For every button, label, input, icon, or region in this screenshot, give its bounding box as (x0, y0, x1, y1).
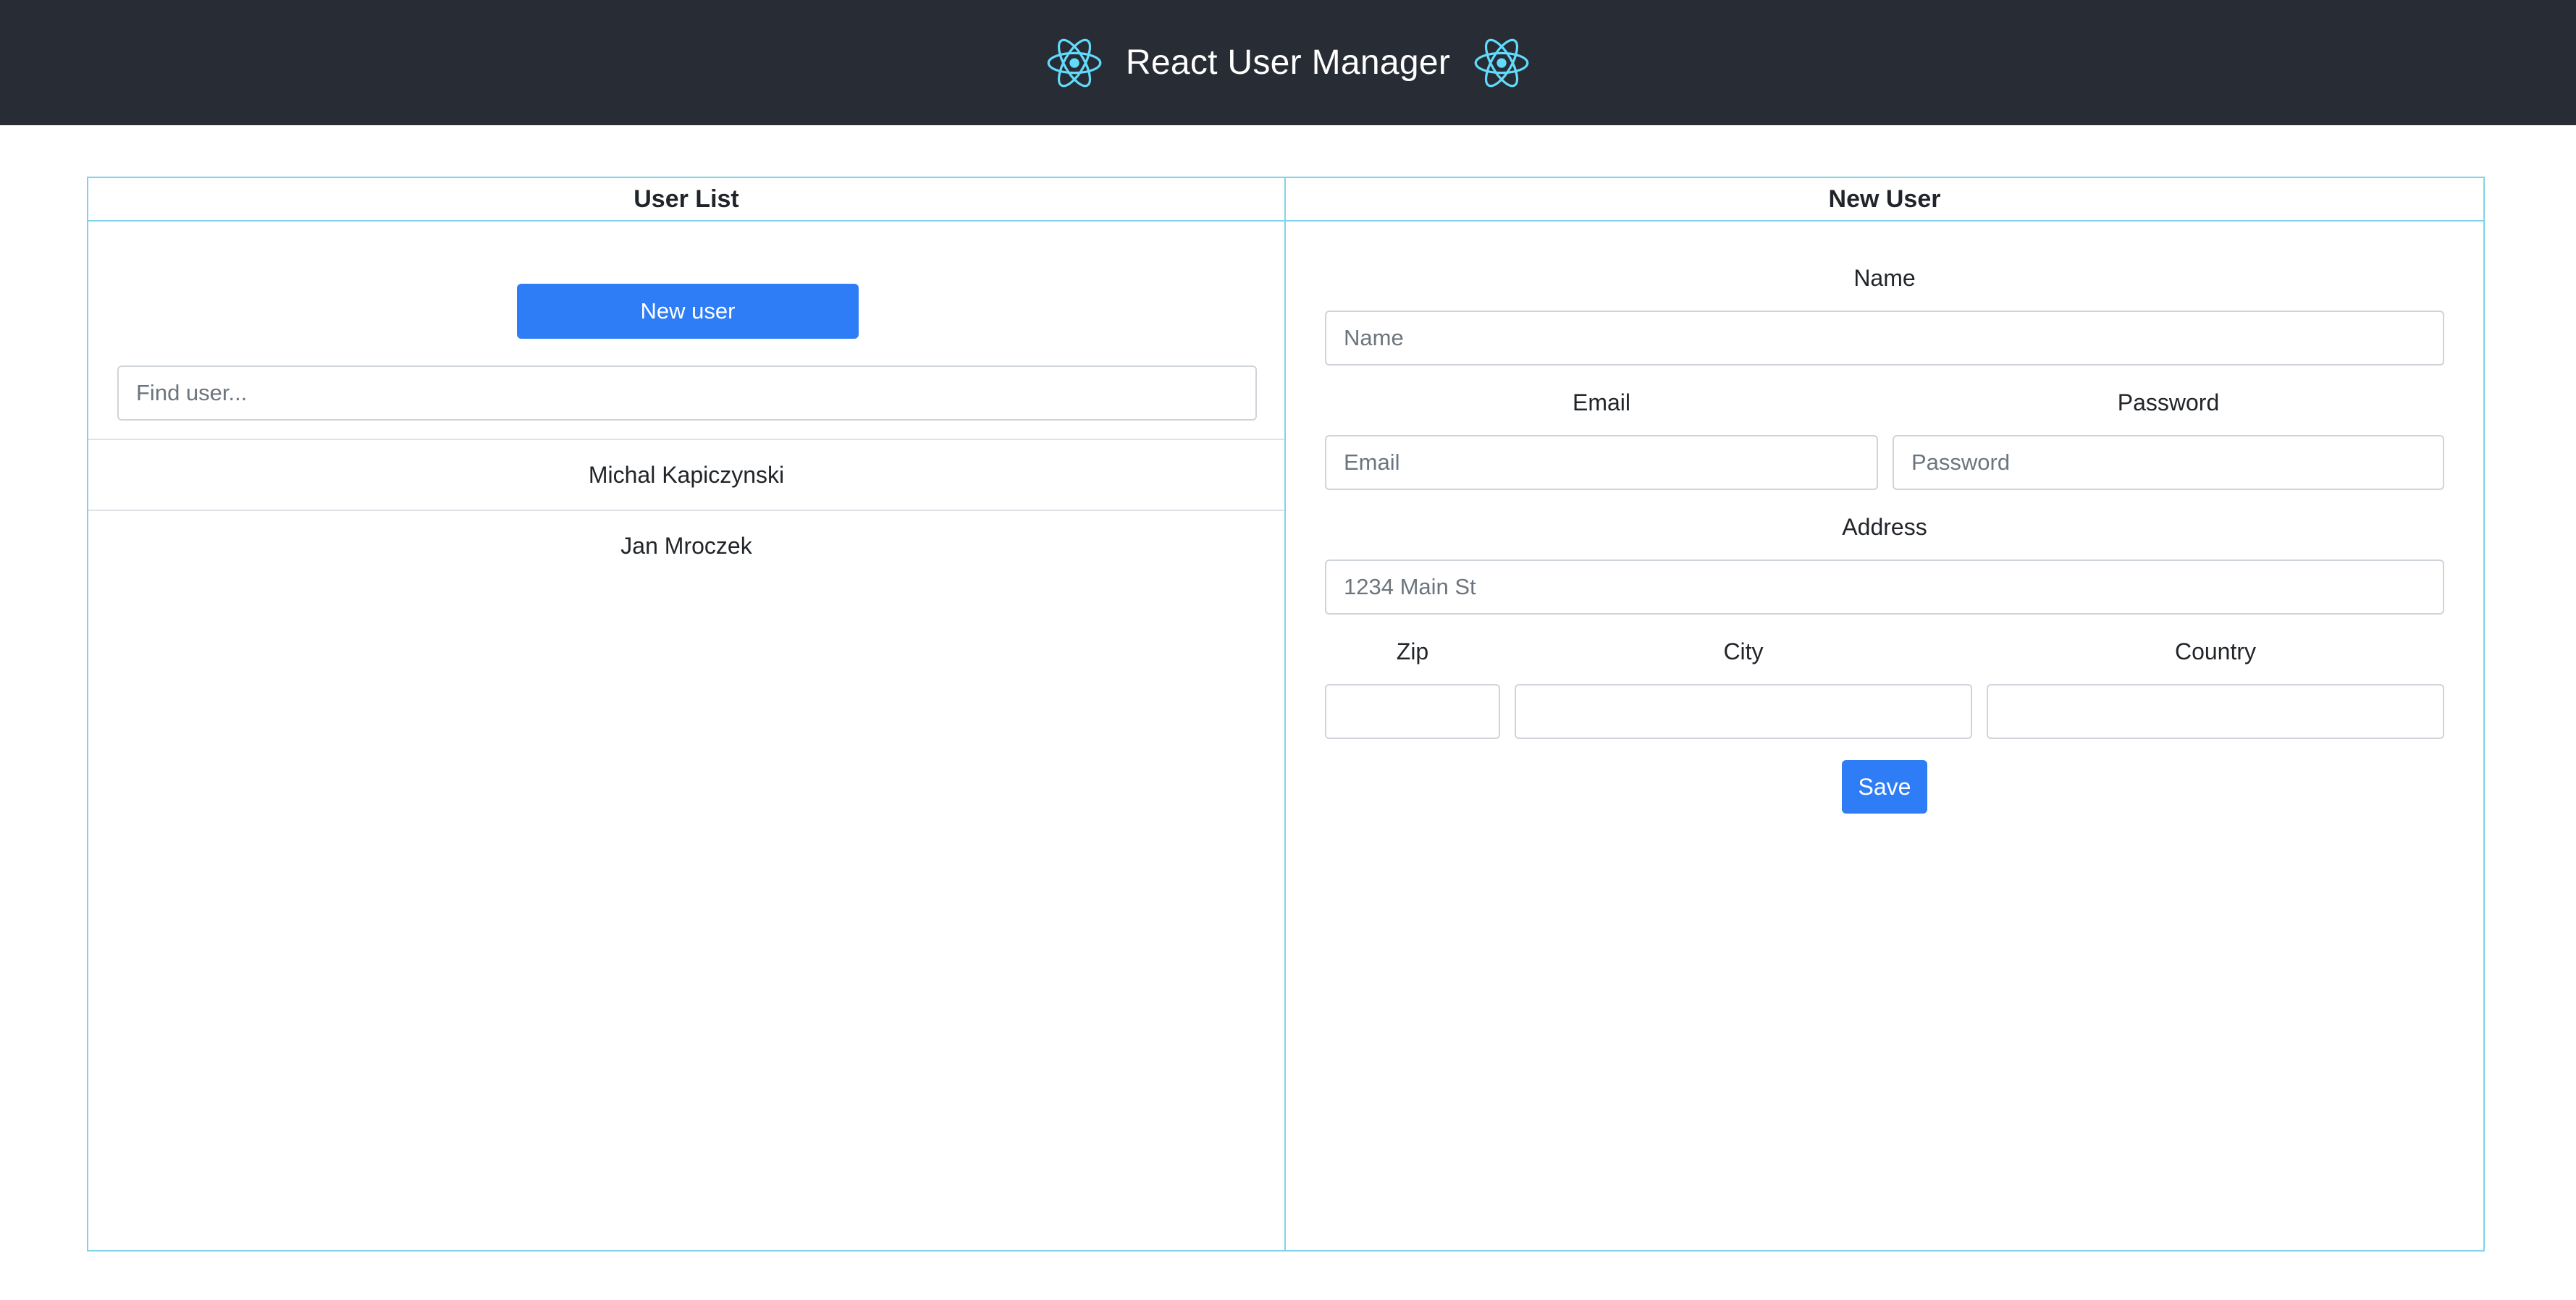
country-input[interactable] (1987, 684, 2444, 739)
city-input[interactable] (1515, 684, 1972, 739)
user-list-title: User List (88, 178, 1284, 221)
new-user-title: New User (1286, 178, 2483, 221)
password-label: Password (2117, 389, 2220, 415)
user-list-panel: User List New user Michal Kapiczynski Ja… (87, 177, 1286, 1252)
user-list-item[interactable]: Jan Mroczek (88, 511, 1284, 581)
app-header: React User Manager (0, 0, 2576, 125)
address-input[interactable] (1325, 560, 2444, 615)
app-title: React User Manager (1125, 43, 1451, 82)
find-user-input[interactable] (117, 366, 1257, 421)
react-atom-icon (1474, 38, 1529, 87)
new-user-panel: New User Name Email Password Address Zip… (1284, 177, 2485, 1252)
user-list-body: New user Michal Kapiczynski Jan Mroczek (88, 221, 1284, 1250)
react-atom-icon (1047, 38, 1102, 87)
email-label: Email (1572, 389, 1630, 415)
address-label: Address (1842, 514, 1927, 540)
country-label: Country (2174, 638, 2257, 664)
zip-label: Zip (1396, 638, 1429, 664)
name-input[interactable] (1325, 311, 2444, 366)
user-list-item[interactable]: Michal Kapiczynski (88, 440, 1284, 510)
password-input[interactable] (1893, 435, 2444, 490)
header-content: React User Manager (1046, 37, 1530, 89)
name-label: Name (1853, 265, 1916, 291)
city-label: City (1723, 638, 1764, 664)
email-input[interactable] (1325, 435, 1878, 490)
zip-input[interactable] (1325, 684, 1500, 739)
new-user-form: Name Email Password Address Zip City Cou… (1286, 221, 2483, 1250)
new-user-button[interactable]: New user (517, 284, 859, 339)
save-button[interactable]: Save (1842, 760, 1927, 814)
